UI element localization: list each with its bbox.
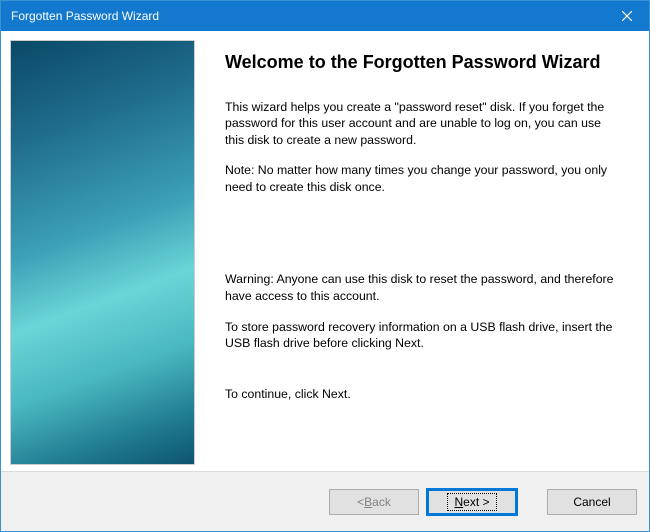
- close-button[interactable]: [604, 1, 649, 31]
- cancel-button-label: Cancel: [573, 495, 610, 509]
- wizard-paragraph-usb: To store password recovery information o…: [225, 319, 619, 352]
- back-button-prefix: <: [357, 495, 364, 509]
- content-area: Welcome to the Forgotten Password Wizard…: [1, 31, 649, 471]
- wizard-sidebar-graphic: [10, 40, 195, 465]
- wizard-heading: Welcome to the Forgotten Password Wizard: [225, 51, 619, 74]
- spacer: [225, 209, 619, 271]
- next-button-suffix: ext >: [463, 495, 489, 509]
- wizard-main-panel: Welcome to the Forgotten Password Wizard…: [195, 31, 649, 471]
- window-title: Forgotten Password Wizard: [11, 9, 159, 23]
- back-button-suffix: ack: [372, 495, 391, 509]
- next-button[interactable]: Next >: [427, 489, 517, 515]
- cancel-button[interactable]: Cancel: [547, 489, 637, 515]
- spacer: [225, 366, 619, 386]
- wizard-paragraph-note: Note: No matter how many times you chang…: [225, 162, 619, 195]
- back-button: < Back: [329, 489, 419, 515]
- wizard-paragraph-warning: Warning: Anyone can use this disk to res…: [225, 271, 619, 304]
- next-button-mnemonic: N: [454, 495, 463, 509]
- button-bar: < Back Next > Cancel: [1, 471, 649, 531]
- wizard-paragraph-continue: To continue, click Next.: [225, 386, 619, 403]
- wizard-paragraph-intro: This wizard helps you create a "password…: [225, 99, 619, 149]
- close-icon: [622, 11, 632, 21]
- back-button-mnemonic: B: [364, 495, 372, 509]
- titlebar: Forgotten Password Wizard: [1, 1, 649, 31]
